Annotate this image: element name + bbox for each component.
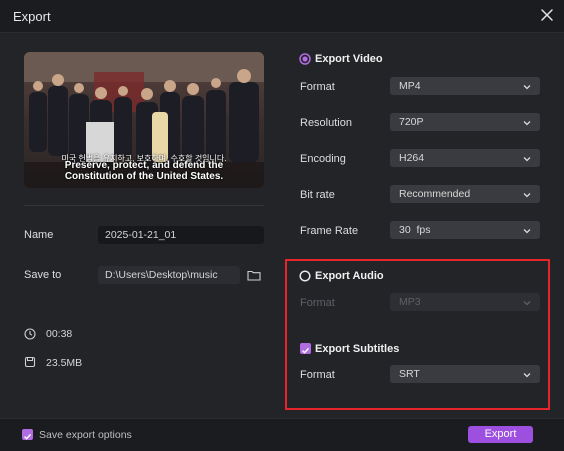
chevron-down-icon [522,152,532,170]
title-bar: Export [0,0,564,33]
file-size-text: 23.5MB [46,357,83,369]
name-input[interactable]: 2025-01-21_01 [98,226,264,244]
export-subtitles-title: Export Subtitles [315,343,400,355]
export-video-radio[interactable] [299,52,311,70]
bit-rate-select[interactable]: Recommended [390,185,540,203]
video-format-label: Format [300,81,335,93]
check-icon [24,433,32,440]
name-label: Name [24,229,54,241]
export-video-title: Export Video [315,53,383,65]
resolution-value: 720P [399,116,424,128]
save-to-label: Save to [24,269,62,281]
video-format-select[interactable]: MP4 [390,77,540,95]
chevron-down-icon [522,80,532,98]
bit-rate-value: Recommended [399,188,471,200]
encoding-value: H264 [399,152,425,164]
duration-text: 00:38 [46,328,73,340]
audio-format-label: Format [300,297,335,309]
chevron-down-icon [522,224,532,242]
preview-subtitle-english: Preserve, protect, and defend the Consti… [24,160,264,182]
frame-rate-select[interactable]: 30 fps [390,221,540,239]
export-dialog: Export 미국 헌법을 유지하고, 보호하며, 수호할 것입니다. Pres… [0,0,564,451]
export-subtitles-checkbox[interactable] [300,343,311,354]
frame-rate-value: 30 fps [399,224,431,236]
close-icon[interactable] [536,4,558,26]
subtitle-format-label: Format [300,369,335,381]
chevron-down-icon [522,188,532,206]
dialog-title: Export [13,9,51,24]
preview-subtitle-line2: Constitution of the United States. [64,171,224,182]
save-export-options-label: Save export options [39,429,132,441]
left-divider [24,205,264,206]
save-path-input[interactable]: D:\Users\Desktop\music [98,266,240,284]
folder-icon[interactable] [247,268,261,286]
file-size-icon [24,355,36,373]
check-icon [302,347,310,354]
audio-format-value: MP3 [399,296,421,308]
encoding-label: Encoding [300,153,346,165]
resolution-select[interactable]: 720P [390,113,540,131]
clock-icon [24,327,36,345]
chevron-down-icon [522,296,532,314]
chevron-down-icon [522,116,532,134]
export-audio-radio[interactable] [299,269,311,287]
audio-format-select[interactable]: MP3 [390,293,540,311]
encoding-select[interactable]: H264 [390,149,540,167]
video-preview: 미국 헌법을 유지하고, 보호하며, 수호할 것입니다. Preserve, p… [24,52,264,188]
export-audio-title: Export Audio [315,270,384,282]
save-export-options-checkbox[interactable] [22,429,33,440]
subtitle-format-value: SRT [399,368,420,380]
export-button[interactable]: Export [468,426,533,443]
resolution-label: Resolution [300,117,352,129]
preview-subtitle-line1: Preserve, protect, and defend the [64,160,224,171]
video-format-value: MP4 [399,80,421,92]
chevron-down-icon [522,368,532,386]
bit-rate-label: Bit rate [300,189,335,201]
subtitle-format-select[interactable]: SRT [390,365,540,383]
frame-rate-label: Frame Rate [300,225,359,237]
